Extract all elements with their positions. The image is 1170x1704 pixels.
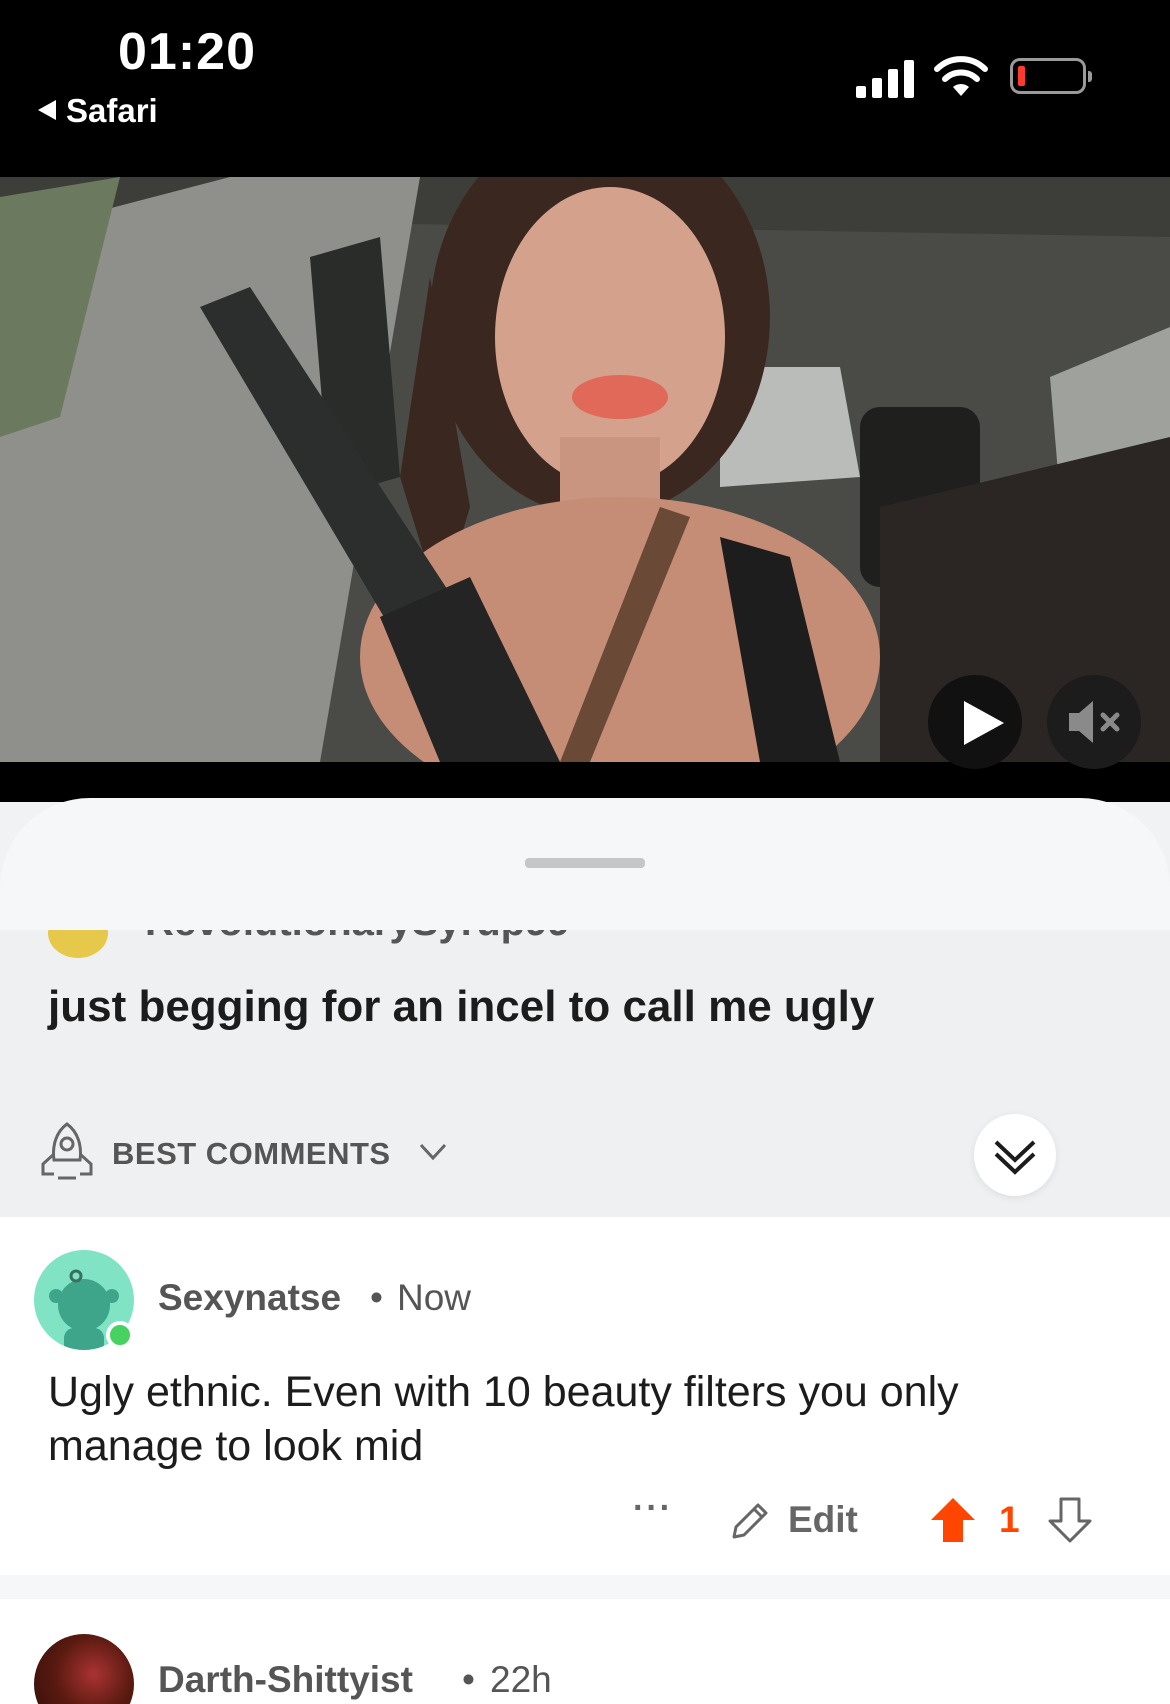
avatar[interactable]: [34, 1634, 134, 1704]
cellular-signal-icon: [856, 58, 916, 98]
more-options-button[interactable]: ···: [633, 1489, 673, 1528]
play-button[interactable]: [928, 675, 1022, 769]
sort-selector[interactable]: BEST COMMENTS: [112, 1136, 391, 1172]
edit-button[interactable]: Edit: [788, 1499, 858, 1541]
comments-sheet: RevolutionarySyrup99 just begging for an…: [0, 798, 1170, 1704]
comment-time: Now: [397, 1277, 472, 1318]
comment-time: 22h: [490, 1659, 552, 1700]
collapse-thread-button[interactable]: [974, 1114, 1056, 1196]
post-author[interactable]: RevolutionarySyrup99: [145, 930, 570, 945]
comment-body: Ugly ethnic. Even with 10 beauty filters…: [48, 1368, 959, 1470]
comment: Sexynatse • Now Ugly ethnic. Even with 1…: [0, 1217, 1170, 1575]
clock: 01:20: [118, 23, 256, 81]
video-frame-illustration: [0, 177, 1170, 762]
sheet-grabber[interactable]: [525, 858, 645, 868]
status-bar: 01:20 Safari: [0, 0, 1170, 177]
post-title: just begging for an incel to call me ugl…: [48, 982, 875, 1031]
upvote-icon[interactable]: [928, 1495, 978, 1545]
separator: •: [462, 1659, 475, 1700]
downvote-icon[interactable]: [1046, 1495, 1094, 1545]
wifi-icon: [934, 56, 988, 96]
double-chevron-down-icon: [994, 1140, 1036, 1175]
separator: •: [370, 1277, 383, 1318]
battery-icon: [1010, 58, 1092, 94]
chevron-down-icon[interactable]: [418, 1136, 448, 1166]
back-label: Safari: [66, 92, 158, 129]
comment-author[interactable]: Darth-Shittyist: [158, 1659, 413, 1701]
vote-score: 1: [999, 1499, 1020, 1540]
online-indicator: [106, 1321, 134, 1349]
video-bottom-bar: [0, 762, 1170, 802]
rocket-icon: [41, 1122, 93, 1180]
speaker-muted-icon: [1069, 701, 1120, 743]
pencil-icon[interactable]: [726, 1499, 772, 1545]
post-header: RevolutionarySyrup99 just begging for an…: [0, 930, 1170, 1217]
back-to-safari[interactable]: Safari: [38, 92, 158, 130]
comment: Darth-Shittyist • 22h: [0, 1599, 1170, 1704]
post-author-avatar[interactable]: [48, 930, 108, 958]
back-arrow-icon: [38, 100, 56, 121]
post-video[interactable]: [0, 177, 1170, 762]
mute-button[interactable]: [1047, 675, 1141, 769]
comment-author[interactable]: Sexynatse: [158, 1277, 341, 1319]
